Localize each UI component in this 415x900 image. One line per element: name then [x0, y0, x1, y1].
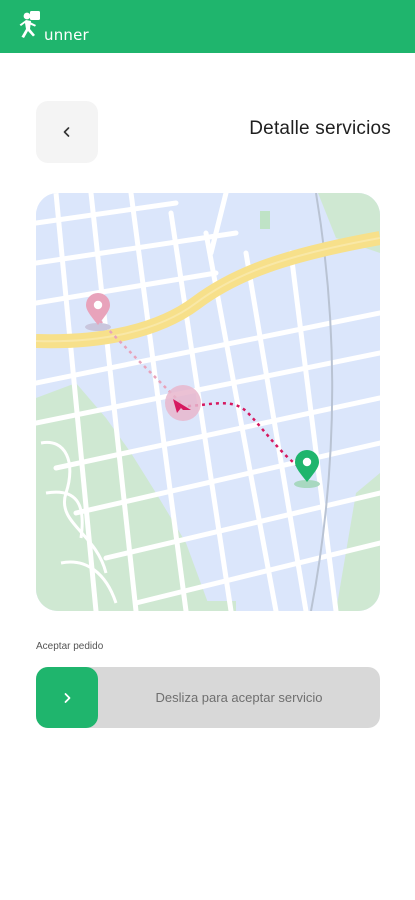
route-map[interactable]: [36, 193, 380, 611]
origin-pin-icon[interactable]: [85, 293, 111, 331]
accept-order-label: Aceptar pedido: [36, 641, 104, 652]
chevron-left-icon: [63, 127, 70, 137]
swipe-accept-knob[interactable]: [36, 667, 98, 728]
swipe-accept-slider[interactable]: Desliza para aceptar servicio: [36, 667, 380, 728]
chevron-right-icon: [64, 692, 71, 703]
swipe-accept-text: Desliza para aceptar servicio: [155, 690, 323, 705]
courier-position-icon[interactable]: [165, 385, 201, 421]
page-title: Detalle servicios: [249, 118, 391, 139]
destination-pin-icon[interactable]: [294, 450, 320, 488]
back-button[interactable]: [36, 101, 98, 163]
app-logo: unner: [17, 7, 89, 47]
runner-logo-icon: [19, 11, 40, 38]
map-canvas: [36, 193, 380, 611]
app-logo-text: unner: [44, 26, 89, 44]
app-bar: unner: [0, 0, 415, 53]
